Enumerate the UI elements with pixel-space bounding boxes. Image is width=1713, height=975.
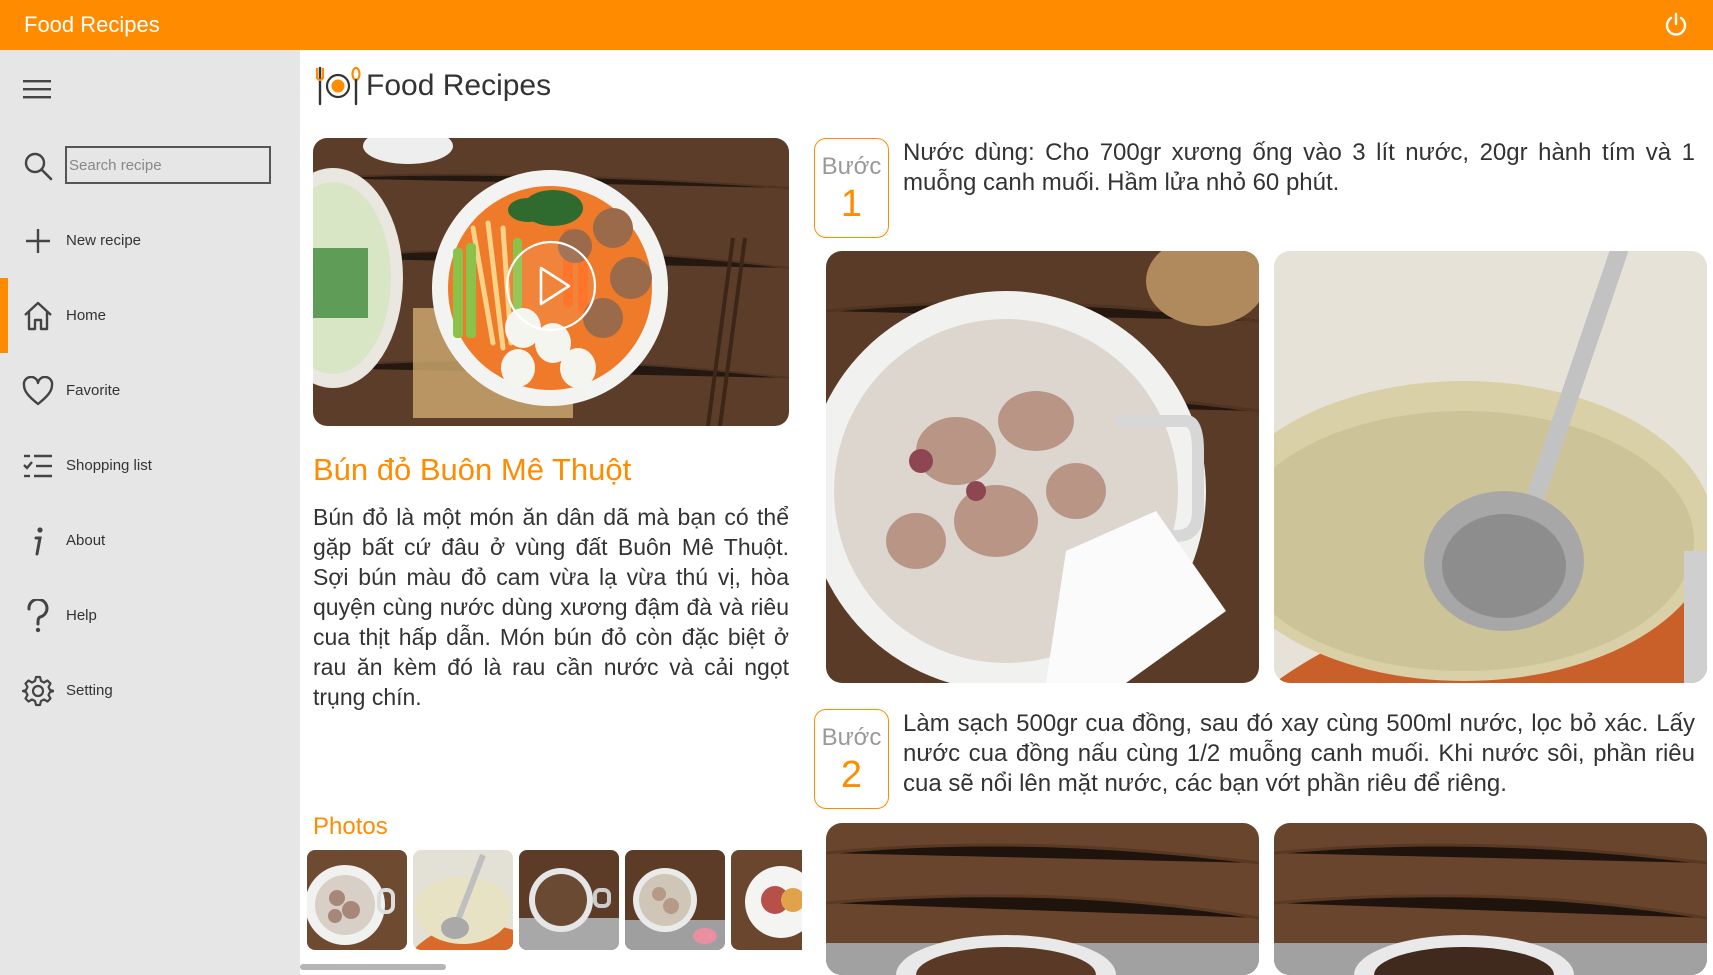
photo-thumbnail[interactable]: [307, 850, 407, 950]
sidebar-item-label: Help: [66, 607, 97, 624]
step-photo[interactable]: [1274, 823, 1707, 975]
sidebar-item-new-recipe[interactable]: New recipe: [0, 203, 300, 278]
sidebar: New recipe Home Favorite Shopping list A…: [0, 50, 300, 975]
sidebar-item-shopping-list[interactable]: Shopping list: [0, 428, 300, 503]
home-icon: [20, 298, 56, 334]
sidebar-item-home[interactable]: Home: [0, 278, 300, 353]
step-photo[interactable]: [826, 823, 1259, 975]
photo-thumbnail[interactable]: [731, 850, 802, 950]
page-header: Food Recipes: [314, 64, 551, 108]
play-icon[interactable]: [503, 238, 599, 334]
step-text: Nước dùng: Cho 700gr xương ống vào 3 lít…: [903, 139, 1695, 196]
sidebar-item-help[interactable]: Help: [0, 578, 300, 653]
info-icon: [20, 523, 56, 559]
hamburger-menu-icon[interactable]: [22, 74, 52, 104]
main-content: Food Recipes Bún đỏ Buôn Mê Thuột Bún đỏ…: [300, 50, 1713, 975]
step-photo[interactable]: [826, 251, 1259, 683]
recipe-title: Bún đỏ Buôn Mê Thuột: [313, 452, 632, 487]
sidebar-item-label: About: [66, 532, 106, 549]
fork-plate-spoon-icon: [314, 64, 362, 108]
horizontal-scrollbar[interactable]: [300, 964, 446, 970]
photo-thumbnail[interactable]: [625, 850, 725, 950]
sidebar-item-setting[interactable]: Setting: [0, 653, 300, 728]
sidebar-item-label: New recipe: [66, 232, 142, 249]
question-icon: [20, 598, 56, 634]
step-number: 1: [840, 183, 863, 225]
recipe-video[interactable]: [313, 138, 789, 426]
sidebar-item-label: Shopping list: [66, 457, 152, 474]
checklist-icon: [20, 448, 56, 484]
step-number: 2: [840, 754, 863, 796]
step-word: Bước: [821, 724, 882, 751]
photo-thumbnail[interactable]: [413, 850, 513, 950]
step-badge: Bước 2: [814, 709, 889, 809]
heart-icon: [20, 373, 56, 409]
search-icon[interactable]: [20, 148, 56, 184]
sidebar-item-favorite[interactable]: Favorite: [0, 353, 300, 428]
photo-strip[interactable]: [307, 850, 802, 950]
photo-thumbnail[interactable]: [519, 850, 619, 950]
sidebar-item-label: Favorite: [66, 382, 121, 399]
photos-heading: Photos: [313, 813, 388, 840]
sidebar-item-label: Setting: [66, 682, 113, 699]
gear-icon: [20, 673, 56, 709]
step-word: Bước: [821, 153, 882, 180]
title-bar: Food Recipes: [0, 0, 1713, 50]
step-badge: Bước 1: [814, 138, 889, 238]
power-icon[interactable]: [1661, 10, 1691, 40]
app-title: Food Recipes: [24, 12, 160, 37]
plus-icon: [20, 223, 56, 259]
sidebar-item-about[interactable]: About: [0, 503, 300, 578]
page-title: Food Recipes: [366, 69, 552, 102]
step-photo[interactable]: [1274, 251, 1707, 683]
search-input[interactable]: [65, 146, 271, 184]
sidebar-item-label: Home: [66, 307, 107, 324]
recipe-description: Bún đỏ là một món ăn dân dã mà bạn có th…: [313, 504, 789, 710]
step-text: Làm sạch 500gr cua đồng, sau đó xay cùng…: [903, 710, 1695, 797]
